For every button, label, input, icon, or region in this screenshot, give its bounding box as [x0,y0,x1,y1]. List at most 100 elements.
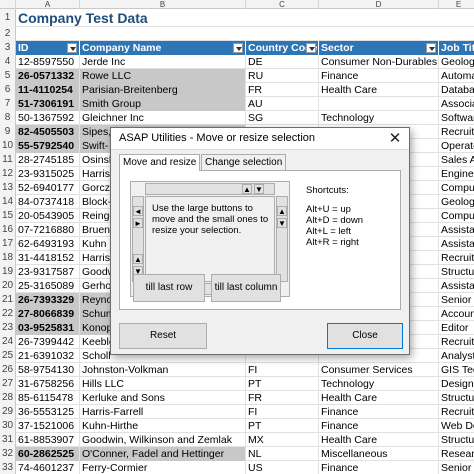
column-header-c[interactable]: C [246,0,319,9]
column-header-e[interactable]: E [439,0,474,9]
cell-job[interactable]: Automa [439,69,474,83]
cell-id[interactable]: 25-3165089 [16,279,80,293]
cell-company[interactable]: Kerluke and Sons [80,391,246,405]
cell-job[interactable]: Assistar [439,279,474,293]
cell-job[interactable]: Structur [439,265,474,279]
row-number[interactable]: 18 [0,251,16,265]
row-number[interactable]: 22 [0,307,16,321]
cell-country[interactable]: FI [246,405,319,419]
cell-job[interactable]: Structur [439,433,474,447]
cell-job[interactable]: Geologi [439,55,474,69]
cell-id[interactable]: 26-7393329 [16,293,80,307]
row-number[interactable]: 23 [0,321,16,335]
cell-job[interactable]: Recruiti [439,335,474,349]
cell-id[interactable]: 85-6115478 [16,391,80,405]
cell-job[interactable]: Compute [439,181,474,195]
row-number[interactable]: 29 [0,405,16,419]
cell-id[interactable]: 26-7399442 [16,335,80,349]
cell-country[interactable]: PT [246,377,319,391]
row-number[interactable]: 11 [0,153,16,167]
row-number[interactable]: 17 [0,237,16,251]
row-number[interactable]: 20 [0,279,16,293]
dialog-titlebar[interactable]: ASAP Utilities - Move or resize selectio… [111,128,409,150]
cell-job[interactable]: Web De [439,419,474,433]
cell-job[interactable]: Researc [439,447,474,461]
header-sector[interactable]: Sector [319,41,439,55]
row-number[interactable]: 5 [0,69,16,83]
row-number[interactable]: 26 [0,363,16,377]
cell-job[interactable]: Recruiti [439,251,474,265]
cell-company[interactable]: Jerde Inc [80,55,246,69]
cell-company[interactable]: Rowe LLC [80,69,246,83]
row-number[interactable]: 33 [0,461,16,474]
cell-id[interactable]: 07-7216880 [16,223,80,237]
row-number[interactable]: 32 [0,447,16,461]
cell-id[interactable]: 31-4418152 [16,251,80,265]
row-number[interactable]: 9 [0,125,16,139]
cell-sector[interactable]: Miscellaneous [319,447,439,461]
row-number[interactable]: 31 [0,433,16,447]
cell-company[interactable]: Harris-Farrell [80,405,246,419]
cell-job[interactable]: Structur [439,391,474,405]
cell-id[interactable]: 55-5792540 [16,139,80,153]
cell-id[interactable]: 23-9317587 [16,265,80,279]
row-number[interactable]: 21 [0,293,16,307]
row-number[interactable]: 13 [0,181,16,195]
cell-sector[interactable]: Technology [319,111,439,125]
filter-dropdown-icon[interactable] [67,43,77,53]
cell-job[interactable]: Recruiti [439,405,474,419]
sheet-title[interactable]: Company Test Data [16,9,316,27]
cell-id[interactable]: 61-8853907 [16,433,80,447]
cell-country[interactable]: FR [246,83,319,97]
cell-id[interactable]: 52-6940177 [16,181,80,195]
cell-country[interactable]: FR [246,391,319,405]
cell-country[interactable]: AU [246,97,319,111]
cell-job[interactable]: Geologi [439,195,474,209]
cell-country[interactable]: US [246,461,319,474]
cell-job[interactable]: Compute [439,209,474,223]
cell-company[interactable]: Kuhn-Hirthe [80,419,246,433]
cell-id[interactable]: 23-9315025 [16,167,80,181]
cell-sector[interactable]: Finance [319,419,439,433]
cell-company[interactable]: Hills LLC [80,377,246,391]
row-number[interactable]: 14 [0,195,16,209]
row-number[interactable]: 7 [0,97,16,111]
cell-job[interactable]: Senior C [439,293,474,307]
row-number[interactable]: 4 [0,55,16,69]
till-last-column-button[interactable]: till last column [211,274,281,302]
filter-dropdown-icon[interactable] [426,43,436,53]
cell-job[interactable]: Analyst [439,349,474,363]
cell-country[interactable]: FI [246,363,319,377]
row-number[interactable]: 24 [0,335,16,349]
resize-left-left-arrow-icon[interactable]: ◄ [133,206,143,216]
cell-sector[interactable]: Finance [319,69,439,83]
cell-company[interactable]: Johnston-Volkman [80,363,246,377]
cell-company[interactable]: Gleichner Inc [80,111,246,125]
cell-id[interactable]: 62-6493193 [16,237,80,251]
row-number[interactable]: 16 [0,223,16,237]
cell-country[interactable]: DE [246,55,319,69]
cell-id[interactable]: 28-2745185 [16,153,80,167]
row-number[interactable]: 28 [0,391,16,405]
cell-sector[interactable]: Technology [319,377,439,391]
cell-company[interactable]: Parisian-Breitenberg [80,83,246,97]
reset-button[interactable]: Reset [119,323,207,349]
row-number[interactable]: 19 [0,265,16,279]
tab-move-and-resize[interactable]: Move and resize [119,154,201,171]
cell-id[interactable]: 37-1521006 [16,419,80,433]
tab-change-selection[interactable]: Change selection [201,154,287,170]
close-icon[interactable]: ✕ [385,130,405,148]
cell-country[interactable]: NL [246,447,319,461]
filter-dropdown-icon[interactable] [306,43,316,53]
cell-job[interactable]: Recruiti [439,125,474,139]
cell-company[interactable]: O'Conner, Fadel and Hettinger [80,447,246,461]
header-country-code[interactable]: Country Code [246,41,319,55]
cell-id[interactable]: 60-2862525 [16,447,80,461]
cell-id[interactable]: 11-4110254 [16,83,80,97]
cell-id[interactable]: 21-6391032 [16,349,80,363]
column-header-a[interactable]: A [16,0,80,9]
row-number[interactable]: 2 [0,27,16,41]
cell-id[interactable]: 74-4601237 [16,461,80,474]
cell-sector[interactable]: Health Care [319,433,439,447]
cell-job[interactable]: Databas [439,83,474,97]
